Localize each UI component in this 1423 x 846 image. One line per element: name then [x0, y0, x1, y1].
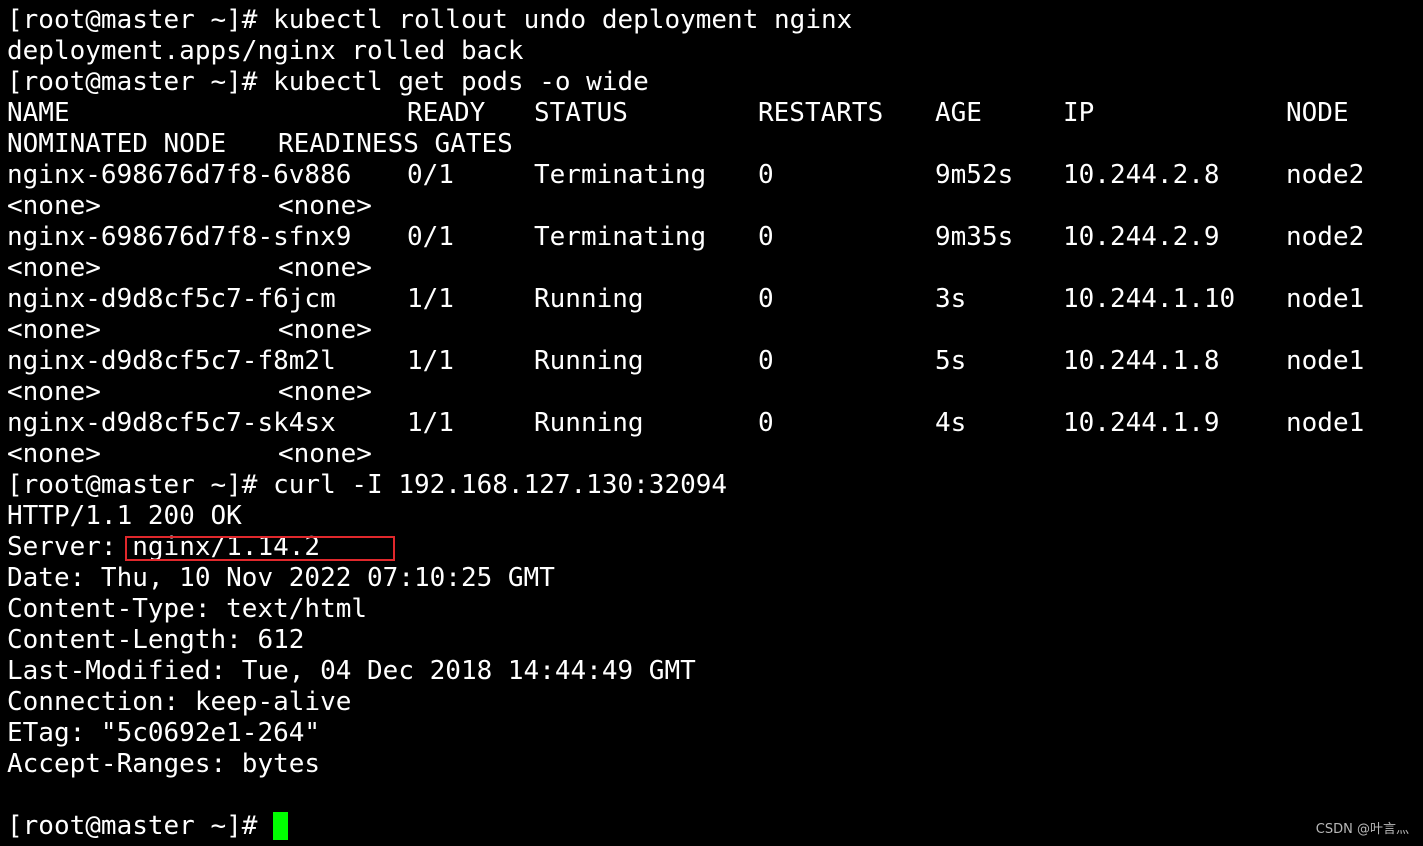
pod-age: 4s: [935, 408, 967, 438]
pod-status: Terminating: [534, 160, 707, 190]
pod-restarts: 0: [758, 346, 774, 376]
text-cursor[interactable]: [273, 812, 289, 840]
table-row: nginx-d9d8cf5c7-sk4sx 1/1 Running 0 4s 1…: [7, 408, 1423, 439]
command-line: [root@master ~]# curl -I 192.168.127.130…: [7, 470, 1423, 501]
pod-restarts: 0: [758, 222, 774, 252]
pod-nominated-node: <none>: [7, 315, 101, 345]
command-line: [root@master ~]# kubectl get pods -o wid…: [7, 67, 1423, 98]
table-row-wrap: <none> <none>: [7, 315, 1423, 346]
output-line: deployment.apps/nginx rolled back: [7, 36, 524, 66]
table-row: nginx-d9d8cf5c7-f6jcm 1/1 Running 0 3s 1…: [7, 284, 1423, 315]
table-header: NAME READY STATUS RESTARTS AGE IP NODE: [7, 98, 1423, 129]
pod-age: 3s: [935, 284, 967, 314]
header-ready: READY: [407, 98, 486, 128]
pod-nominated-node: <none>: [7, 439, 101, 469]
table-row: nginx-698676d7f8-6v886 0/1 Terminating 0…: [7, 160, 1423, 191]
table-row-wrap: <none> <none>: [7, 253, 1423, 284]
header-age: AGE: [935, 98, 982, 128]
prompt: [root@master ~]#: [7, 5, 274, 35]
pod-ip: 10.244.1.8: [1063, 346, 1220, 376]
pod-node: node2: [1286, 160, 1365, 190]
table-row-wrap: <none> <none>: [7, 439, 1423, 470]
command-text: kubectl get pods -o wide: [273, 67, 649, 97]
pod-ready: 1/1: [407, 346, 454, 376]
pod-node: node1: [1286, 284, 1365, 314]
pod-readiness-gates: <none>: [278, 253, 372, 283]
pod-nominated-node: <none>: [7, 191, 101, 221]
pod-status: Running: [534, 346, 644, 376]
header-readiness-gates: READINESS GATES: [278, 129, 513, 159]
header-name: NAME: [7, 98, 70, 128]
header-status: STATUS: [534, 98, 628, 128]
header-node: NODE: [1286, 98, 1349, 128]
pod-age: 5s: [935, 346, 967, 376]
pod-readiness-gates: <none>: [278, 377, 372, 407]
pod-readiness-gates: <none>: [278, 439, 372, 469]
pod-age: 9m52s: [935, 160, 1014, 190]
http-content-length-header: Content-Length: 612: [7, 625, 305, 655]
active-prompt-line[interactable]: [root@master ~]#: [7, 811, 1423, 842]
pod-name: nginx-698676d7f8-6v886: [7, 160, 352, 190]
pod-ip: 10.244.2.8: [1063, 160, 1220, 190]
pod-readiness-gates: <none>: [278, 315, 372, 345]
command-text: curl -I 192.168.127.130:32094: [273, 470, 728, 500]
table-row-wrap: <none> <none>: [7, 377, 1423, 408]
pod-name: nginx-d9d8cf5c7-sk4sx: [7, 408, 336, 438]
pod-status: Terminating: [534, 222, 707, 252]
http-date-header: Date: Thu, 10 Nov 2022 07:10:25 GMT: [7, 563, 555, 593]
pod-nominated-node: <none>: [7, 253, 101, 283]
pod-node: node1: [1286, 408, 1365, 438]
http-last-modified-header: Last-Modified: Tue, 04 Dec 2018 14:44:49…: [7, 656, 696, 686]
pod-readiness-gates: <none>: [278, 191, 372, 221]
pod-nominated-node: <none>: [7, 377, 101, 407]
table-header-wrap: NOMINATED NODE READINESS GATES: [7, 129, 1423, 160]
pod-ready: 0/1: [407, 160, 454, 190]
command-line: [root@master ~]# kubectl rollout undo de…: [7, 5, 1423, 36]
http-connection-header: Connection: keep-alive: [7, 687, 352, 717]
header-ip: IP: [1063, 98, 1095, 128]
server-label: Server:: [7, 532, 133, 562]
watermark: CSDN @叶言灬: [1315, 822, 1409, 837]
pod-ip: 10.244.2.9: [1063, 222, 1220, 252]
table-row: nginx-698676d7f8-sfnx9 0/1 Terminating 0…: [7, 222, 1423, 253]
prompt: [root@master ~]#: [7, 470, 274, 500]
http-accept-ranges-header: Accept-Ranges: bytes: [7, 749, 321, 779]
pod-ip: 10.244.1.10: [1063, 284, 1236, 314]
http-content-type-header: Content-Type: text/html: [7, 594, 368, 624]
pod-ip: 10.244.1.9: [1063, 408, 1220, 438]
table-row-wrap: <none> <none>: [7, 191, 1423, 222]
header-restarts: RESTARTS: [758, 98, 884, 128]
pod-node: node1: [1286, 346, 1365, 376]
pod-name: nginx-698676d7f8-sfnx9: [7, 222, 352, 252]
prompt: [root@master ~]#: [7, 811, 274, 841]
pod-ready: 1/1: [407, 284, 454, 314]
pod-status: Running: [534, 408, 644, 438]
command-text: kubectl rollout undo deployment nginx: [273, 5, 853, 35]
pod-node: node2: [1286, 222, 1365, 252]
header-nominated-node: NOMINATED NODE: [7, 129, 227, 159]
http-etag-header: ETag: "5c0692e1-264": [7, 718, 321, 748]
pod-restarts: 0: [758, 408, 774, 438]
pod-status: Running: [534, 284, 644, 314]
terminal-window[interactable]: [root@master ~]# kubectl rollout undo de…: [0, 0, 1423, 846]
pod-name: nginx-d9d8cf5c7-f8m2l: [7, 346, 336, 376]
prompt: [root@master ~]#: [7, 67, 274, 97]
highlight-box: [125, 536, 395, 561]
pod-ready: 1/1: [407, 408, 454, 438]
table-row: nginx-d9d8cf5c7-f8m2l 1/1 Running 0 5s 1…: [7, 346, 1423, 377]
pod-restarts: 0: [758, 284, 774, 314]
pod-ready: 0/1: [407, 222, 454, 252]
pod-restarts: 0: [758, 160, 774, 190]
pod-name: nginx-d9d8cf5c7-f6jcm: [7, 284, 336, 314]
pod-age: 9m35s: [935, 222, 1014, 252]
http-status-line: HTTP/1.1 200 OK: [7, 501, 242, 531]
